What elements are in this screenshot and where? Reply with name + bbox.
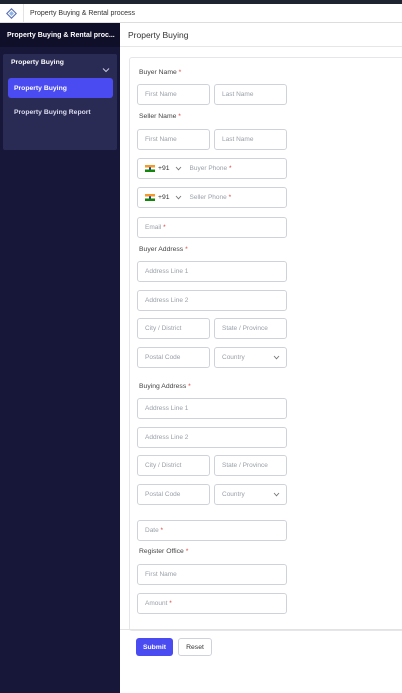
- footer-divider: [120, 629, 402, 630]
- india-flag-icon: [145, 165, 155, 172]
- buying-postal-code-input[interactable]: Postal Code: [137, 484, 210, 505]
- sidebar-header: Property Buying & Rental proc...: [0, 23, 120, 47]
- reset-button[interactable]: Reset: [178, 638, 212, 656]
- amount-input[interactable]: Amount *: [137, 593, 287, 614]
- buyer-address-label: Buyer Address *: [139, 246, 188, 253]
- buyer-phone-input[interactable]: +91 Buyer Phone *: [137, 158, 287, 179]
- buyer-address-line2-input[interactable]: Address Line 2: [137, 290, 287, 311]
- submit-button[interactable]: Submit: [136, 638, 173, 656]
- property-buying-form: Buyer Name * First Name Last Name Seller…: [129, 57, 402, 631]
- seller-phone-input[interactable]: +91 Seller Phone *: [137, 187, 287, 208]
- sidebar-item-property-buying-report[interactable]: Property Buying Report: [8, 102, 113, 122]
- sidebar-group-title[interactable]: Property Buying: [11, 59, 64, 66]
- seller-name-label: Seller Name *: [139, 113, 181, 120]
- title-bar: Property Buying & Rental process: [0, 4, 402, 23]
- buying-address-line1-input[interactable]: Address Line 1: [137, 398, 287, 419]
- chevron-down-icon: [273, 492, 280, 497]
- register-office-first-name-input[interactable]: First Name: [137, 564, 287, 585]
- country-code: +91: [158, 194, 170, 201]
- buying-country-select[interactable]: Country: [214, 484, 287, 505]
- india-flag-icon: [145, 194, 155, 201]
- buying-country-placeholder: Country: [222, 491, 245, 498]
- seller-last-name-input[interactable]: Last Name: [214, 129, 287, 150]
- email-field[interactable]: Email *: [137, 217, 287, 238]
- buying-address-label: Buying Address *: [139, 383, 191, 390]
- buying-address-line2-input[interactable]: Address Line 2: [137, 427, 287, 448]
- app-title: Property Buying & Rental process: [30, 9, 136, 17]
- buyer-state-input[interactable]: State / Province: [214, 318, 287, 339]
- seller-phone-placeholder: Seller Phone *: [189, 194, 232, 201]
- main-content: Property Buying Buyer Name * First Name …: [120, 23, 402, 693]
- buyer-name-label: Buyer Name *: [139, 69, 182, 76]
- country-code-selector[interactable]: +91: [145, 194, 182, 201]
- page-title: Property Buying: [120, 23, 402, 47]
- diamond-logo-icon[interactable]: [0, 4, 24, 22]
- buyer-city-input[interactable]: City / District: [137, 318, 210, 339]
- register-office-label: Register Office *: [139, 548, 189, 555]
- buyer-country-select[interactable]: Country: [214, 347, 287, 368]
- buyer-country-placeholder: Country: [222, 354, 245, 361]
- buyer-phone-placeholder: Buyer Phone *: [189, 165, 232, 172]
- buyer-address-line1-input[interactable]: Address Line 1: [137, 261, 287, 282]
- buyer-postal-code-input[interactable]: Postal Code: [137, 347, 210, 368]
- country-code: +91: [158, 165, 170, 172]
- chevron-down-icon: [175, 166, 181, 171]
- buyer-last-name-input[interactable]: Last Name: [214, 84, 287, 105]
- seller-first-name-input[interactable]: First Name: [137, 129, 210, 150]
- chevron-down-icon: [175, 195, 181, 200]
- sidebar: Property Buying & Rental proc... Propert…: [0, 23, 120, 693]
- date-input[interactable]: Date *: [137, 520, 287, 541]
- country-code-selector[interactable]: +91: [145, 165, 182, 172]
- buying-city-input[interactable]: City / District: [137, 455, 210, 476]
- buyer-first-name-input[interactable]: First Name: [137, 84, 210, 105]
- buying-state-input[interactable]: State / Province: [214, 455, 287, 476]
- sidebar-item-property-buying[interactable]: Property Buying: [8, 78, 113, 98]
- sidebar-group: Property Buying Property Buying Property…: [3, 54, 117, 150]
- chevron-down-icon: [273, 355, 280, 360]
- chevron-down-icon[interactable]: [102, 60, 110, 78]
